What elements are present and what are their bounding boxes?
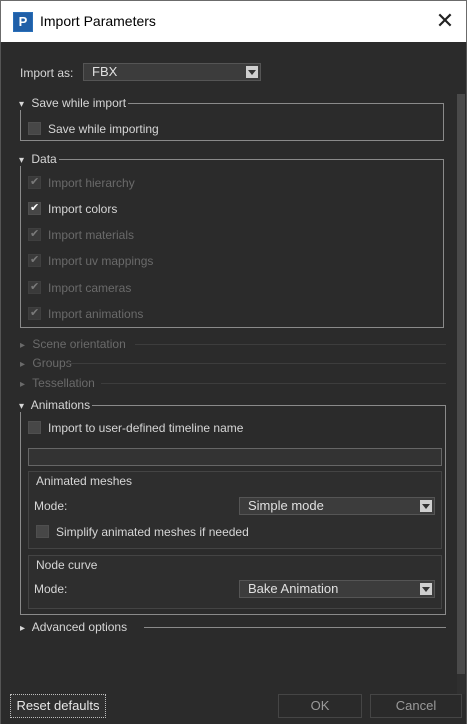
import-as-select[interactable]: FBX bbox=[83, 63, 261, 81]
chevron-down-icon bbox=[420, 500, 432, 512]
app-logo-icon: P bbox=[13, 12, 33, 32]
scene-orientation-title: Scene orientation bbox=[32, 337, 126, 351]
reset-defaults-button[interactable]: Reset defaults bbox=[10, 694, 106, 718]
animated-meshes-mode-label: Mode: bbox=[34, 499, 68, 513]
import-colors-label: Import colors bbox=[48, 202, 118, 216]
import-uv-mappings-checkbox[interactable] bbox=[28, 253, 41, 267]
title-bar: P Import Parameters ✕ bbox=[0, 0, 467, 42]
import-animations-label: Import animations bbox=[48, 307, 144, 321]
save-section-header[interactable]: Save while import bbox=[17, 96, 129, 110]
import-materials-checkbox[interactable] bbox=[28, 227, 41, 241]
timeline-name-checkbox[interactable] bbox=[28, 421, 41, 434]
save-while-importing-label: Save while importing bbox=[48, 122, 159, 136]
animated-meshes-title: Animated meshes bbox=[36, 474, 133, 488]
import-as-label: Import as: bbox=[20, 66, 74, 80]
scrollbar-thumb[interactable] bbox=[457, 94, 465, 674]
import-animations-checkbox[interactable] bbox=[28, 306, 41, 320]
animated-meshes-mode-select[interactable]: Simple mode bbox=[239, 497, 435, 515]
import-hierarchy-checkbox[interactable] bbox=[28, 175, 41, 189]
node-curve-title: Node curve bbox=[36, 558, 98, 572]
node-curve-mode-select[interactable]: Bake Animation bbox=[239, 580, 435, 598]
window-title: Import Parameters bbox=[40, 13, 156, 29]
cancel-button[interactable]: Cancel bbox=[370, 694, 462, 718]
node-curve-mode-value: Bake Animation bbox=[248, 581, 339, 596]
groups-divider bbox=[67, 363, 446, 364]
node-curve-mode-label: Mode: bbox=[34, 582, 68, 596]
save-while-importing-checkbox[interactable] bbox=[28, 122, 41, 135]
groups-header[interactable]: Groups bbox=[20, 356, 72, 370]
tessellation-header[interactable]: Tessellation bbox=[20, 376, 95, 390]
import-cameras-label: Import cameras bbox=[48, 281, 132, 295]
timeline-name-input[interactable] bbox=[28, 448, 442, 466]
ok-button[interactable]: OK bbox=[278, 694, 362, 718]
advanced-options-title: Advanced options bbox=[31, 620, 128, 634]
tessellation-title: Tessellation bbox=[32, 376, 95, 390]
groups-title: Groups bbox=[32, 356, 72, 370]
chevron-down-icon bbox=[246, 66, 258, 78]
animations-section-header[interactable]: Animations bbox=[17, 398, 93, 412]
simplify-meshes-label: Simplify animated meshes if needed bbox=[56, 525, 249, 539]
chevron-down-icon bbox=[420, 583, 432, 595]
advanced-options-divider bbox=[144, 627, 446, 628]
advanced-options-header[interactable]: Advanced options bbox=[20, 620, 127, 634]
dialog-content: Import as: FBX Save while import Save wh… bbox=[0, 42, 467, 724]
animations-section-title: Animations bbox=[30, 398, 91, 412]
save-section-title: Save while import bbox=[31, 96, 127, 110]
import-uv-mappings-label: Import uv mappings bbox=[48, 254, 154, 268]
animated-meshes-mode-value: Simple mode bbox=[248, 498, 324, 513]
vertical-scrollbar[interactable] bbox=[457, 94, 465, 694]
close-button[interactable]: ✕ bbox=[430, 7, 460, 35]
import-cameras-checkbox[interactable] bbox=[28, 280, 41, 294]
import-hierarchy-label: Import hierarchy bbox=[48, 176, 135, 190]
timeline-name-label: Import to user-defined timeline name bbox=[48, 421, 244, 435]
scene-orientation-header[interactable]: Scene orientation bbox=[20, 337, 126, 351]
import-materials-label: Import materials bbox=[48, 228, 135, 242]
data-section-title: Data bbox=[31, 152, 57, 166]
simplify-meshes-checkbox[interactable] bbox=[36, 525, 49, 538]
scene-orientation-divider bbox=[135, 344, 446, 345]
data-section-header[interactable]: Data bbox=[17, 152, 59, 166]
import-as-value: FBX bbox=[92, 64, 118, 79]
tessellation-divider bbox=[101, 383, 446, 384]
import-colors-checkbox[interactable] bbox=[28, 201, 41, 215]
